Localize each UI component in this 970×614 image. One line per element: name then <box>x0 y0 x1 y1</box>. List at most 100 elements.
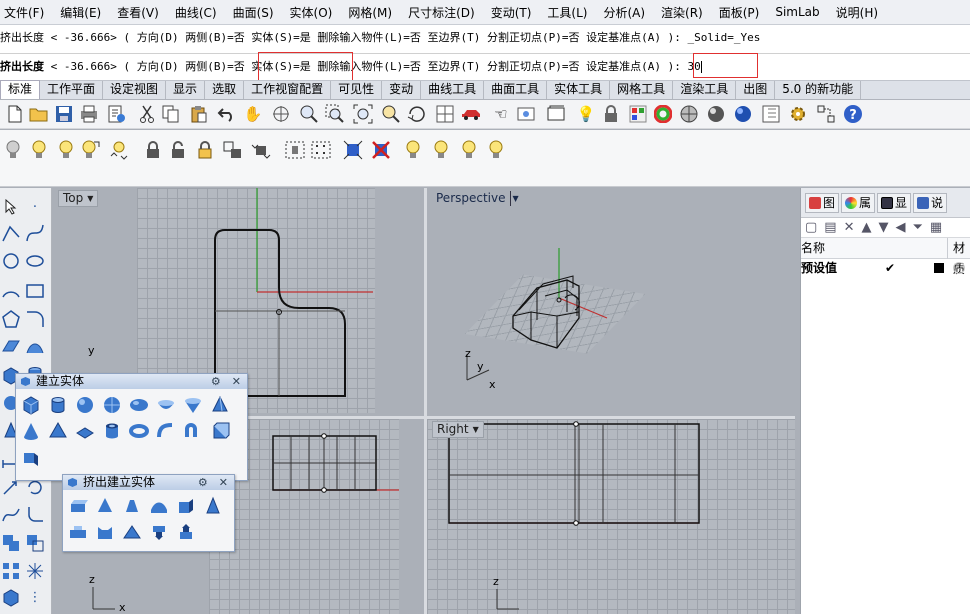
material-swatch[interactable] <box>953 262 965 274</box>
ellipsoid-icon[interactable] <box>128 394 150 416</box>
toolbar-tab[interactable]: 出图 <box>736 81 776 99</box>
menu-item[interactable]: 编辑(E) <box>56 4 105 21</box>
open-folder-icon[interactable] <box>28 103 50 125</box>
pipe-bend-icon[interactable] <box>182 420 204 442</box>
light-bulb-a-icon[interactable] <box>430 139 452 161</box>
cone-up-icon[interactable] <box>20 420 42 442</box>
named-view-icon[interactable] <box>516 103 538 125</box>
move-down-icon[interactable]: ▼ <box>879 220 889 235</box>
zoom-dynamic-icon[interactable] <box>298 103 320 125</box>
save-icon[interactable] <box>53 103 75 125</box>
blue-sphere-icon[interactable] <box>732 103 754 125</box>
extrude-cap-icon[interactable] <box>121 521 143 543</box>
fillet-curve-icon[interactable] <box>24 308 46 330</box>
polygon-icon[interactable] <box>0 308 22 330</box>
light-bulb-c-icon[interactable] <box>485 139 507 161</box>
toolbar-tab[interactable]: 选取 <box>205 81 245 99</box>
tab-help[interactable]: 说 <box>913 192 948 213</box>
light-bulb-gray-icon[interactable] <box>2 139 24 161</box>
sphere-grid-icon[interactable] <box>101 394 123 416</box>
point-icon[interactable]: · <box>24 196 46 218</box>
hide-selected-icon[interactable] <box>370 139 392 161</box>
extrude-box-icon[interactable] <box>209 420 231 442</box>
show-selected-icon[interactable] <box>342 139 364 161</box>
move-up-icon[interactable]: ▲ <box>862 220 872 235</box>
light-bulb-arrows-icon[interactable] <box>108 139 130 161</box>
extrude-taper-icon[interactable] <box>94 495 116 517</box>
boolean-diff-icon[interactable] <box>24 532 46 554</box>
lock-cycle-icon[interactable] <box>250 139 272 161</box>
cut-icon[interactable] <box>136 103 158 125</box>
extrude-shell-icon[interactable] <box>94 521 116 543</box>
extrude-along-curve-icon[interactable] <box>148 495 170 517</box>
toolbar-tab[interactable]: 实体工具 <box>547 81 611 99</box>
viewport-right-label[interactable]: Right ▼ <box>432 421 484 438</box>
shaded-sphere-icon[interactable] <box>678 103 700 125</box>
arc-icon[interactable] <box>0 280 22 302</box>
unlock-object-icon[interactable] <box>168 139 190 161</box>
select-arrow-icon[interactable] <box>0 196 22 218</box>
command-line[interactable]: 挤出长度 < -36.666> ( 方向(D) 两侧(B)=否 实体(S)=是 … <box>0 53 970 80</box>
boolean-union-icon[interactable] <box>0 532 22 554</box>
new-sublayer-icon[interactable]: ▤ <box>824 220 836 235</box>
car-icon[interactable] <box>460 103 482 125</box>
tab-layers[interactable]: 图 <box>805 192 840 213</box>
menu-item[interactable]: 面板(P) <box>715 4 764 21</box>
toolbar-tab[interactable]: 渲染工具 <box>673 81 737 99</box>
lock-icon[interactable] <box>600 103 622 125</box>
explode-icon[interactable] <box>24 560 46 582</box>
viewport-top-label[interactable]: Top ▼ <box>58 190 99 207</box>
viewport-divider-vertical[interactable] <box>424 188 427 614</box>
properties-icon[interactable] <box>106 103 128 125</box>
snap-settings-icon[interactable] <box>815 103 837 125</box>
rotate-view-icon[interactable] <box>270 103 292 125</box>
extrude-rib-icon[interactable] <box>67 521 89 543</box>
render-sphere-icon[interactable] <box>705 103 727 125</box>
zoom-extents-icon[interactable] <box>352 103 374 125</box>
delete-layer-icon[interactable]: ✕ <box>844 220 855 235</box>
menu-item[interactable]: 查看(V) <box>113 4 163 21</box>
print-icon[interactable] <box>78 103 100 125</box>
extrude-down-icon[interactable] <box>148 521 170 543</box>
layer-row-default[interactable]: 预设值 ✔ <box>801 259 970 277</box>
pipe-icon[interactable] <box>155 420 177 442</box>
curve-edit-icon[interactable] <box>0 504 22 526</box>
lock-object-icon[interactable] <box>142 139 164 161</box>
slab-icon[interactable] <box>74 420 96 442</box>
menu-item[interactable]: 尺寸标注(D) <box>404 4 479 21</box>
lock-selected-icon[interactable] <box>196 139 218 161</box>
circle-icon[interactable] <box>0 250 22 272</box>
select-window-icon[interactable] <box>546 103 568 125</box>
zoom-selected-icon[interactable] <box>380 103 402 125</box>
toolbar-tab[interactable]: 变动 <box>382 81 422 99</box>
menu-item[interactable]: SimLab <box>771 5 823 19</box>
fillet-icon[interactable] <box>24 504 46 526</box>
toolbar-tab[interactable]: 设定视图 <box>103 81 167 99</box>
toolbar-tab[interactable]: 标准 <box>0 80 41 99</box>
menu-item[interactable]: 说明(H) <box>832 4 882 21</box>
extrude-panel-header[interactable]: 挤出建立实体 ⚙ ✕ <box>63 475 234 490</box>
cylinder-solid-icon[interactable] <box>47 394 69 416</box>
show-lights-icon[interactable] <box>402 139 424 161</box>
lock-swap-icon[interactable] <box>222 139 244 161</box>
toolbar-tab[interactable]: 网格工具 <box>610 81 674 99</box>
hand-move-icon[interactable]: ☜ <box>490 103 512 125</box>
color-wheel-icon[interactable] <box>652 103 674 125</box>
menu-item[interactable]: 渲染(R) <box>657 4 707 21</box>
layout-icon[interactable] <box>760 103 782 125</box>
surface-icon[interactable] <box>0 336 22 358</box>
gear-icon[interactable]: ⚙ <box>198 475 208 490</box>
viewport-perspective[interactable]: Perspective ▼ z y x <box>427 188 795 416</box>
solid-toolbar-panel[interactable]: 建立实体 ⚙ ✕ <box>15 373 248 481</box>
torus-solid-icon[interactable] <box>128 420 150 442</box>
undo-icon[interactable] <box>216 103 238 125</box>
light-bulb-on2-icon[interactable] <box>55 139 77 161</box>
extrude-surface-icon[interactable] <box>175 495 197 517</box>
tab-display[interactable]: 显 <box>877 192 912 213</box>
new-layer-icon[interactable]: ▢ <box>805 220 817 235</box>
toolbar-tab[interactable]: 曲线工具 <box>421 81 485 99</box>
menu-item[interactable]: 网格(M) <box>344 4 396 21</box>
layer-color-swatch[interactable] <box>934 263 944 273</box>
solid-panel-header[interactable]: 建立实体 ⚙ ✕ <box>16 374 247 389</box>
pan-hand-icon[interactable]: ✋ <box>242 103 264 125</box>
